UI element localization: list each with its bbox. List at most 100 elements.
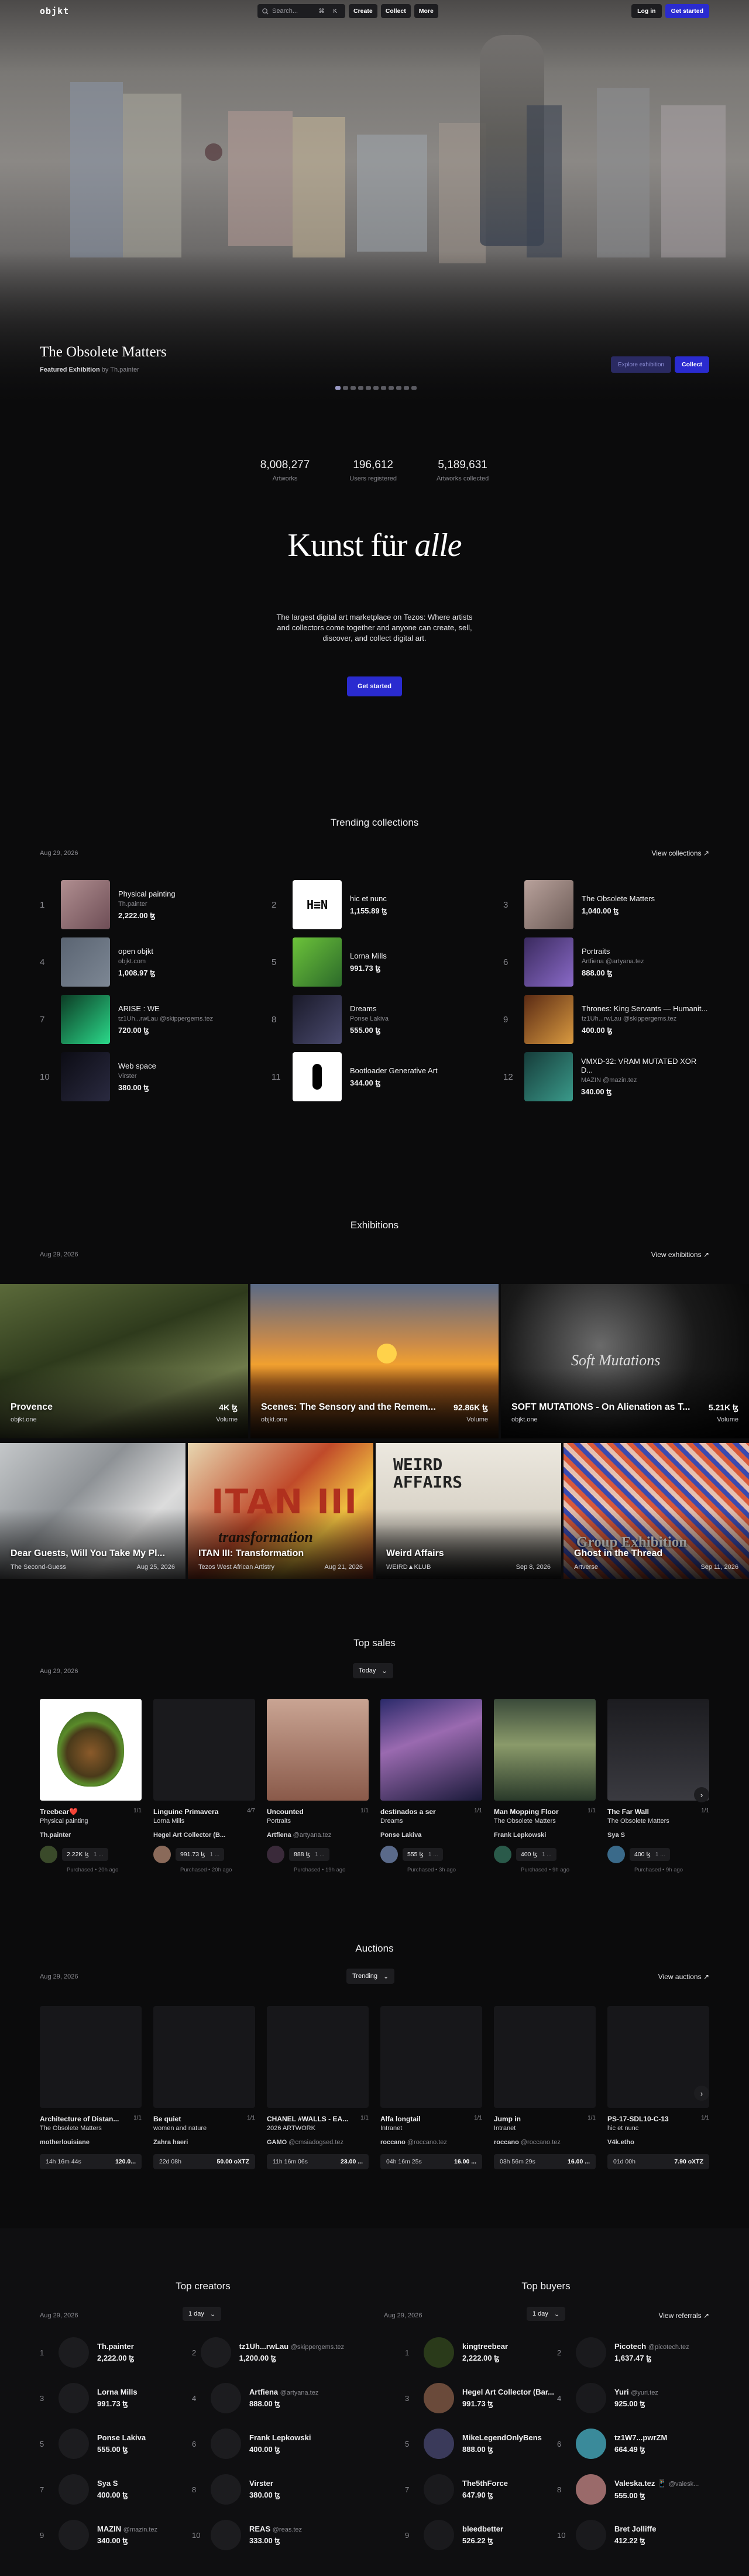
chevron-right-icon[interactable]: › [694,2086,709,2101]
artist-name[interactable]: Hegel Art Collector (B... [153,1832,255,1839]
auction-card[interactable]: PS-17-SDL10-C-13 1/1 hic et nunc V4k.etho 01… [607,2006,709,2169]
login-button[interactable]: Log in [631,4,662,18]
leaderboard-row[interactable]: 7 Sya S 400.00 ꜩ [40,2474,192,2505]
collection-thumbnail[interactable] [61,1052,110,1101]
leaderboard-row[interactable]: 9 bleedbetter 526.22 ꜩ [405,2520,557,2550]
collection-thumbnail[interactable] [524,995,573,1044]
pagination-dot[interactable] [396,386,401,390]
collection-row[interactable]: 12 VMXD-32: VRAM MUTATED XOR D... MAZIN @m… [503,1052,709,1101]
buyer-avatar[interactable] [494,1846,511,1863]
collection-thumbnail[interactable] [61,995,110,1044]
get-started-button[interactable]: Get started [665,4,709,18]
collection-name[interactable]: The Obsolete Matters [607,1818,709,1825]
more-button[interactable]: More [414,4,438,18]
pagination-dot[interactable] [404,386,409,390]
auction-card[interactable]: Alfa longtail 1/1 Intranet roccano @roccano… [380,2006,482,2169]
user-avatar[interactable] [424,2337,454,2368]
user-avatar[interactable] [424,2520,454,2550]
artwork-image[interactable] [494,1699,596,1801]
user-avatar[interactable] [424,2429,454,2459]
leaderboard-row[interactable]: 4 Yuri‍ @yuri‍.tez 925.00 ꜩ [557,2383,709,2413]
collection-name[interactable]: Dreams [380,1818,482,1825]
collection-thumbnail[interactable] [61,880,110,929]
artist-name[interactable]: Sya S [607,1832,709,1839]
artwork-image[interactable] [267,1699,369,1801]
buyer-avatar[interactable] [267,1846,284,1863]
artwork-image[interactable] [607,1699,709,1801]
collection-row[interactable]: 7 ARISE : WE tz1Uh...rwLau @skippergems.te… [40,995,246,1044]
user-avatar[interactable] [211,2383,241,2413]
user-avatar[interactable] [200,2337,231,2368]
collection-name[interactable]: 2026 ARTWORK [267,2125,369,2132]
user-avatar[interactable] [576,2474,606,2505]
artist-name[interactable]: Ponse Lakiva [380,1832,482,1839]
artist-name[interactable]: roccano @roccano.tez [494,2139,596,2146]
sale-card[interactable]: Man Mopping Floor 1/1 The Obsolete Matters… [494,1699,596,1873]
leaderboard-row[interactable]: 8 Valeska.tez 📱 @valesk... 555.00 ꜩ [557,2474,709,2505]
artist-name[interactable]: roccano @roccano.tez [380,2139,482,2146]
artist-name[interactable]: Th.painter [40,1832,142,1839]
user-avatar[interactable] [424,2383,454,2413]
auction-card[interactable]: Be quiet 1/1 women and nature Zahra haeri 22… [153,2006,255,2169]
collection-row[interactable]: 2 H≡N hic et nunc 1,155.89 ꜩ [272,880,477,929]
top-creators-filter[interactable]: 1 day ⌄ [183,2307,222,2321]
exhibition-card[interactable]: Scenes: The Sensory and the Remem... objk… [250,1284,499,1438]
pagination-dot[interactable] [358,386,363,390]
collection-name[interactable]: Physical painting [40,1818,142,1825]
pagination-dot[interactable] [343,386,348,390]
user-avatar[interactable] [59,2383,89,2413]
collection-thumbnail[interactable] [61,937,110,987]
sale-card[interactable]: Uncounted 1/1 Portraits Artfiena @artyana.t… [267,1699,369,1873]
buyer-avatar[interactable] [607,1846,625,1863]
pagination-dot[interactable] [411,386,417,390]
collection-name[interactable]: Intranet [494,2125,596,2132]
artist-name[interactable]: GAMO @cmsiadogsed.tez [267,2139,369,2146]
collection-name[interactable]: The Obsolete Matters [40,2125,142,2132]
artwork-image[interactable] [494,2006,596,2108]
sale-card[interactable]: Treebear❤️ 1/1 Physical painting Th.painter… [40,1699,142,1873]
leaderboard-row[interactable]: 6 Frank Lepkowski 400.00 ꜩ [192,2429,344,2459]
pagination-dot[interactable] [335,386,341,390]
collection-thumbnail[interactable] [524,937,573,987]
logo[interactable]: objkt [40,6,69,16]
artwork-image[interactable] [267,2006,369,2108]
user-avatar[interactable] [576,2520,606,2550]
leaderboard-row[interactable]: 5 Ponse Lakiva 555.00 ꜩ [40,2429,192,2459]
collection-name[interactable]: Portraits [267,1818,369,1825]
collect-button[interactable]: Collect [380,4,411,18]
leaderboard-row[interactable]: 3 Lorna Mills 991.73 ꜩ [40,2383,192,2413]
collection-name[interactable]: Intranet [380,2125,482,2132]
collection-thumbnail[interactable] [293,1052,342,1101]
user-avatar[interactable] [59,2520,89,2550]
sale-card[interactable]: destinados a ser 1/1 Dreams Ponse Lakiva 555… [380,1699,482,1873]
auction-card[interactable]: CHANEL #WALLS - EA... 1/1 2026 ARTWORK GAMO… [267,2006,369,2169]
collection-row[interactable]: 11 Bootloader Generative Art 344.00 ꜩ [272,1052,477,1101]
leaderboard-row[interactable]: 1 Th.painter 2,222.00 ꜩ [40,2337,192,2368]
search-input[interactable]: Search... ⌘ K [257,4,345,18]
leaderboard-row[interactable]: 2 Picotech @picotech.tez 1,637.47 ꜩ [557,2337,709,2368]
pagination-dot[interactable] [389,386,394,390]
collection-name[interactable]: Lorna Mills [153,1818,255,1825]
collection-thumbnail[interactable] [524,1052,573,1101]
collection-row[interactable]: 8 Dreams Ponse Lakiva 555.00 ꜩ [272,995,477,1044]
exhibition-card[interactable]: Dear Guests, Will You Take My Pl... The S… [0,1443,185,1579]
collection-row[interactable]: 9 Thrones: King Servants — Humanit... tz1U… [503,995,709,1044]
artwork-image[interactable] [153,2006,255,2108]
collection-row[interactable]: 1 Physical painting Th.painter 2,222.00 ꜩ [40,880,246,929]
artist-name[interactable]: Artfiena @artyana.tez [267,1832,369,1839]
collection-name[interactable]: The Obsolete Matters [494,1818,596,1825]
collection-thumbnail[interactable] [293,937,342,987]
sale-card[interactable]: The Far Wall 1/1 The Obsolete Matters Sya S… [607,1699,709,1873]
collection-name[interactable]: women and nature [153,2125,255,2132]
user-avatar[interactable] [59,2429,89,2459]
buyer-avatar[interactable] [40,1846,57,1863]
exhibition-card[interactable]: WEIRD AFFAIRS Weird Affairs WEIRD▲KLUB Sep … [376,1443,561,1579]
pagination-dot[interactable] [381,386,386,390]
leaderboard-row[interactable]: 10 Bret Jolliffe 412.22 ꜩ [557,2520,709,2550]
collection-row[interactable]: 5 Lorna Mills 991.73 ꜩ [272,937,477,987]
hero-banner[interactable] [0,0,749,404]
explore-exhibition-button[interactable]: Explore exhibition [611,356,671,373]
chevron-right-icon[interactable]: › [694,1787,709,1802]
leaderboard-row[interactable]: 5 MikeLegendOnlyBens 888.00 ꜩ [405,2429,557,2459]
leaderboard-row[interactable]: 7 The5thForce 647.90 ꜩ [405,2474,557,2505]
